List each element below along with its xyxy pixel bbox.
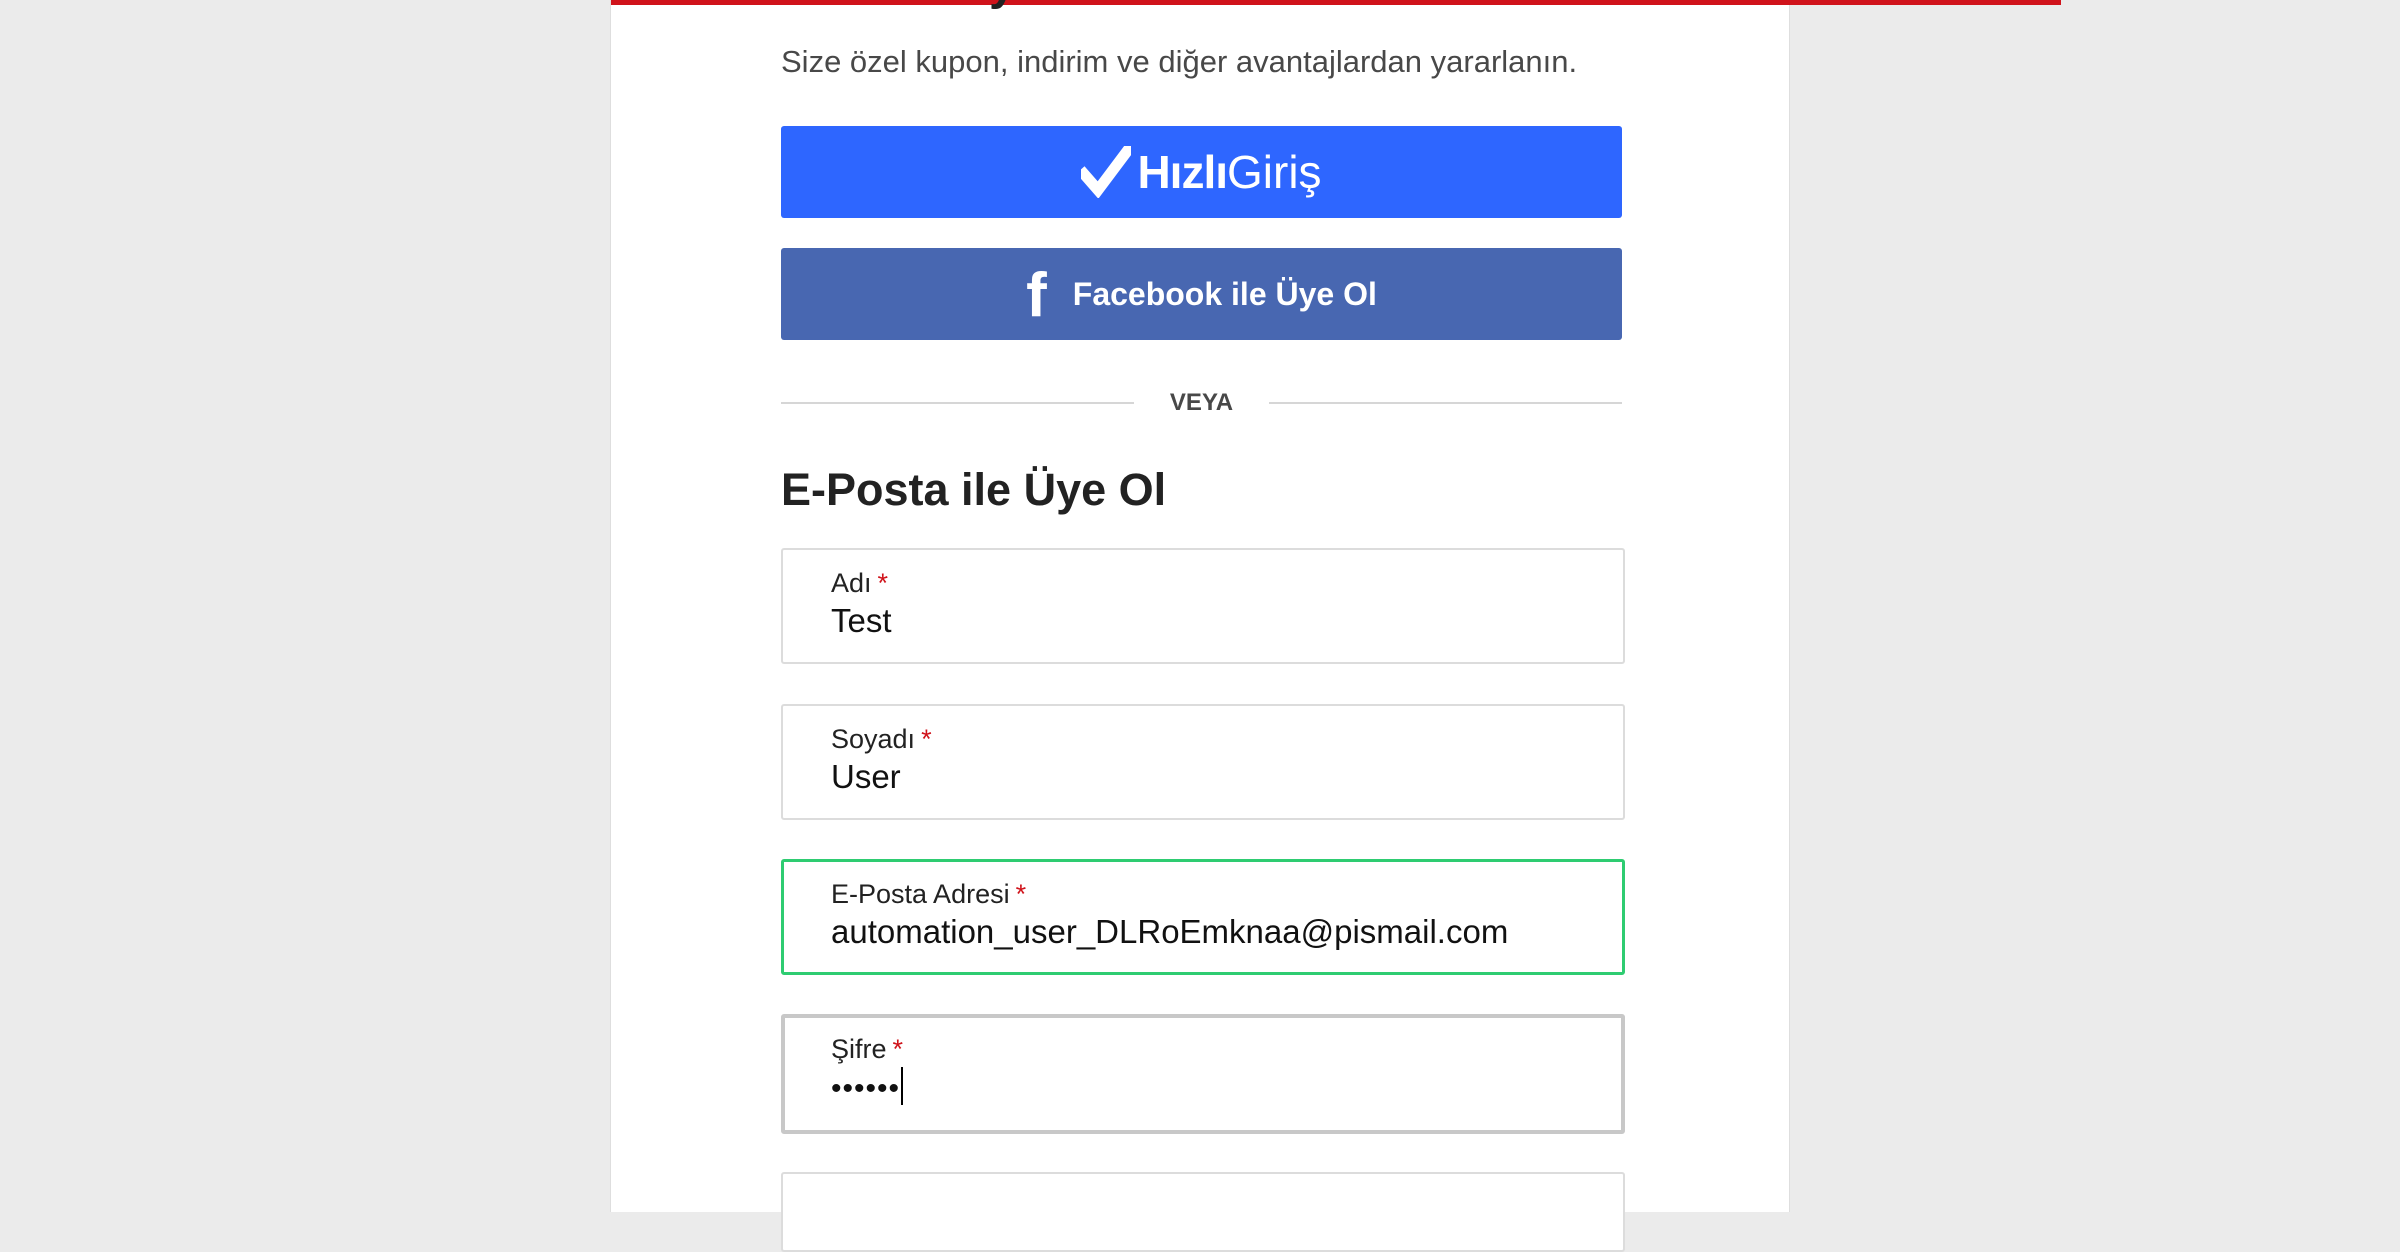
email-label: E-Posta Adresi * — [831, 879, 1027, 909]
facebook-signup-label: Facebook ile Üye Ol — [1072, 275, 1377, 312]
signup-page: Hemen Üye Ol Size özel kupon, indirim ve… — [610, 0, 2061, 1252]
or-divider: VEYA — [781, 386, 1622, 420]
hizli-label: Hızlı — [1137, 146, 1228, 198]
facebook-signup-button[interactable]: f Facebook ile Üye Ol — [781, 248, 1622, 340]
giris-label: Giriş — [1227, 146, 1322, 198]
text-caret — [901, 1067, 904, 1106]
email-field[interactable]: E-Posta Adresi * automation_user_DLRoEmkn… — [781, 859, 1625, 975]
password-label: Şifre * — [831, 1034, 904, 1064]
required-marker: * — [921, 724, 932, 754]
divider-label: VEYA — [1169, 389, 1234, 416]
page-subtitle: Size özel kupon, indirim ve diğer avanta… — [781, 44, 1578, 79]
last-name-field[interactable]: Soyadı * User — [781, 704, 1625, 820]
check-icon — [1081, 146, 1132, 198]
password-field[interactable]: Şifre * •••••• — [781, 1014, 1625, 1134]
divider-line-left — [781, 402, 1134, 404]
email-input[interactable]: automation_user_DLRoEmknaa@pismail.com — [831, 913, 1508, 951]
first-name-input[interactable]: Test — [831, 602, 892, 640]
password-masked-value: •••••• — [831, 1072, 901, 1105]
first-name-field[interactable]: Adı * Test — [781, 548, 1625, 664]
page-title: Hemen Üye Ol — [781, 0, 1106, 11]
required-marker: * — [1015, 879, 1027, 909]
password-input[interactable]: •••••• — [831, 1067, 904, 1108]
last-name-label: Soyadı * — [831, 724, 932, 754]
next-field[interactable] — [781, 1172, 1625, 1252]
first-name-label: Adı * — [831, 568, 889, 598]
hizli-giris-button[interactable]: Hızlı Giriş — [781, 126, 1622, 218]
email-signup-heading: E-Posta ile Üye Ol — [781, 464, 1167, 515]
last-name-input[interactable]: User — [831, 758, 901, 796]
required-marker: * — [877, 568, 889, 598]
required-marker: * — [892, 1034, 904, 1064]
divider-line-right — [1269, 402, 1622, 404]
facebook-icon: f — [1026, 261, 1047, 330]
